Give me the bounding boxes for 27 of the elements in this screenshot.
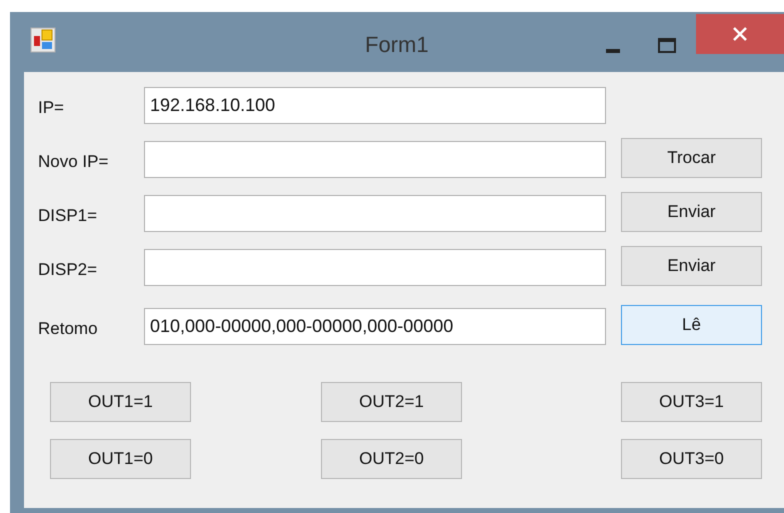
window-title: Form1 bbox=[365, 31, 429, 59]
button[interactable]: OUT2=1 bbox=[321, 382, 462, 422]
button[interactable]: OUT1=0 bbox=[50, 439, 191, 479]
close-button[interactable] bbox=[696, 14, 784, 54]
app-icon bbox=[30, 27, 56, 53]
field-label: DISP1= bbox=[38, 204, 98, 226]
field-label: DISP2= bbox=[38, 258, 98, 280]
button[interactable]: OUT3=0 bbox=[621, 439, 762, 479]
button[interactable]: OUT3=1 bbox=[621, 382, 762, 422]
button[interactable]: Trocar bbox=[621, 138, 762, 178]
text-field[interactable]: 010,000-00000,000-00000,000-00000 bbox=[144, 308, 606, 345]
button[interactable]: Lê bbox=[621, 305, 762, 345]
close-icon bbox=[733, 27, 747, 41]
field-value: 192.168.10.100 bbox=[150, 94, 276, 117]
field-label: Novo IP= bbox=[38, 150, 110, 172]
maximize-icon[interactable] bbox=[658, 38, 676, 53]
button[interactable]: OUT2=0 bbox=[321, 439, 462, 479]
button[interactable]: Enviar bbox=[621, 246, 762, 286]
field-label: Retomo bbox=[38, 318, 99, 340]
button[interactable]: Enviar bbox=[621, 192, 762, 232]
text-field[interactable] bbox=[144, 249, 606, 286]
button[interactable]: OUT1=1 bbox=[50, 382, 191, 422]
field-label: IP= bbox=[38, 96, 65, 118]
text-field[interactable]: 192.168.10.100 bbox=[144, 87, 606, 124]
text-field[interactable] bbox=[144, 141, 606, 178]
text-field[interactable] bbox=[144, 195, 606, 232]
field-value: 010,000-00000,000-00000,000-00000 bbox=[150, 315, 454, 338]
